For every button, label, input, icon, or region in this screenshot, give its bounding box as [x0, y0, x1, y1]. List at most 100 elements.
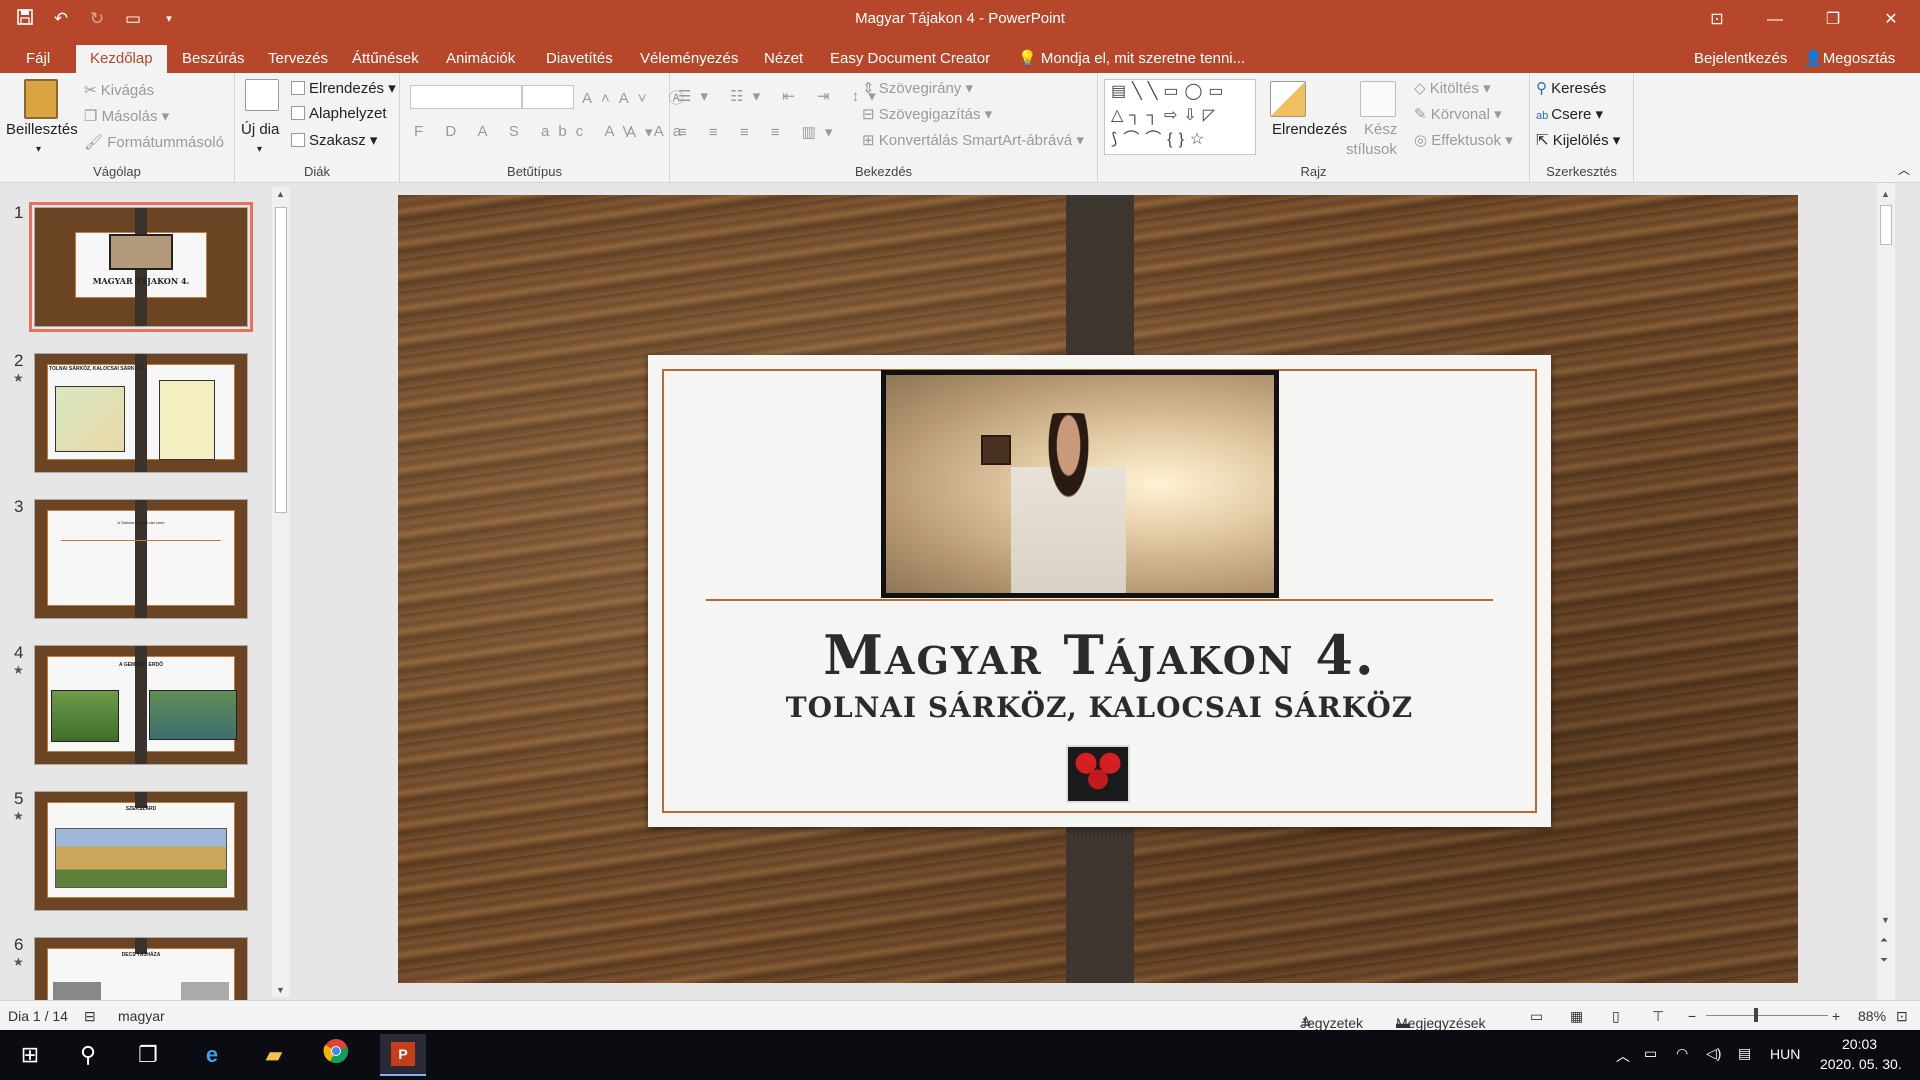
- collapse-ribbon-icon[interactable]: ︿: [1898, 161, 1910, 178]
- scroll-up-icon[interactable]: ▲: [1881, 189, 1890, 199]
- zoom-level[interactable]: 88%: [1858, 1008, 1886, 1024]
- file-explorer-icon[interactable]: ▰: [256, 1038, 292, 1072]
- ribbon-display-icon[interactable]: ⊡: [1688, 0, 1746, 40]
- scroll-down-icon[interactable]: ▼: [1881, 915, 1890, 925]
- font-color-button[interactable]: A▾: [626, 123, 662, 141]
- section-button[interactable]: Szakasz ▾: [291, 131, 377, 149]
- scroll-down-icon[interactable]: ▼: [276, 985, 285, 995]
- reset-button[interactable]: Alaphelyzet: [291, 105, 387, 122]
- tab-review[interactable]: Véleményezés: [636, 45, 742, 73]
- chrome-icon[interactable]: [318, 1038, 354, 1072]
- thumbnail-number: 3: [14, 497, 24, 516]
- replace-button[interactable]: ab Csere ▾: [1536, 105, 1603, 123]
- show-hidden-icons[interactable]: ︿: [1616, 1046, 1630, 1066]
- tell-me-box[interactable]: 💡 Mondja el, mit szeretne tenni...: [1014, 45, 1249, 73]
- animation-star-icon: ★: [13, 663, 24, 677]
- font-name-box[interactable]: [410, 85, 522, 109]
- paste-icon: [24, 79, 58, 119]
- find-button[interactable]: ⚲ Keresés: [1536, 79, 1606, 97]
- slide-photo[interactable]: [881, 370, 1279, 598]
- share-button[interactable]: 👤Megosztás: [1800, 45, 1899, 73]
- editor-scrollbar[interactable]: ▲ ▼ ⏶ ⏷: [1877, 183, 1895, 1000]
- normal-view-icon[interactable]: ▭: [1530, 1008, 1543, 1025]
- font-size-box[interactable]: [522, 85, 574, 109]
- slideshow-view-icon[interactable]: ⊤: [1652, 1008, 1664, 1025]
- tab-insert[interactable]: Beszúrás: [178, 45, 249, 73]
- new-slide-dropdown-icon[interactable]: ▾: [257, 144, 262, 155]
- zoom-in-icon[interactable]: +: [1832, 1008, 1840, 1024]
- shape-effects-button[interactable]: ◎ Effektusok ▾: [1414, 131, 1513, 149]
- list-buttons[interactable]: ☰▾ ☷▾ ⇤ ⇥ ↕▾: [678, 87, 885, 105]
- arrange-button[interactable]: Elrendezés: [1272, 121, 1347, 138]
- slide-thumbnail-5[interactable]: SZEKSZÁRD: [34, 791, 248, 911]
- clock-date[interactable]: 2020. 05. 30.: [1820, 1056, 1902, 1072]
- edge-browser-icon[interactable]: e: [194, 1038, 230, 1072]
- reading-view-icon[interactable]: ▯: [1612, 1008, 1620, 1025]
- slide-subtitle[interactable]: TOLNAI SÁRKÖZ, KALOCSAI SÁRKÖZ: [648, 691, 1551, 724]
- minimize-icon[interactable]: —: [1746, 0, 1804, 40]
- slide-thumbnail-4[interactable]: A GEMENCI ERDŐ: [34, 645, 248, 765]
- slide-thumbnail-1[interactable]: MAGYAR TÁJAKON 4.: [29, 202, 253, 332]
- slide-thumbnail-2[interactable]: TOLNAI SÁRKÖZ, KALOCSAI SÁRKÖZ: [34, 353, 248, 473]
- tab-animations[interactable]: Animációk: [442, 45, 519, 73]
- copy-button[interactable]: ❐ Másolás ▾: [84, 107, 169, 125]
- quick-styles-button[interactable]: Kész: [1364, 121, 1397, 138]
- clock-time[interactable]: 20:03: [1842, 1036, 1877, 1052]
- thumbnail-number: 6: [14, 935, 24, 954]
- task-view-icon[interactable]: ❐: [130, 1038, 166, 1072]
- replace-icon: ab: [1536, 110, 1552, 122]
- zoom-out-icon[interactable]: −: [1688, 1008, 1696, 1024]
- keyboard-language[interactable]: HUN: [1770, 1046, 1800, 1062]
- close-icon[interactable]: ✕: [1862, 0, 1920, 40]
- powerpoint-taskbar-icon[interactable]: P: [380, 1034, 426, 1076]
- text-direction-button[interactable]: ⇕ Szövegirány ▾: [862, 79, 973, 97]
- scroll-up-icon[interactable]: ▲: [276, 189, 285, 199]
- language-indicator[interactable]: magyar: [118, 1008, 165, 1024]
- tab-easy-document-creator[interactable]: Easy Document Creator: [826, 45, 994, 73]
- tab-file[interactable]: Fájl: [22, 45, 54, 73]
- restore-icon[interactable]: ❐: [1804, 0, 1862, 40]
- tab-transitions[interactable]: Áttűnések: [348, 45, 423, 73]
- format-painter-button[interactable]: 🖌 Formátummásoló: [84, 133, 224, 151]
- zoom-slider-thumb[interactable]: [1754, 1008, 1758, 1022]
- search-icon[interactable]: ⚲: [70, 1038, 106, 1072]
- slide-thumbnail-6[interactable]: DECS TÁJHÁZA: [34, 937, 248, 1010]
- signin-link[interactable]: Bejelentkezés: [1690, 45, 1791, 73]
- scrollbar-thumb[interactable]: [275, 207, 287, 513]
- windows-start-icon[interactable]: ⊞: [12, 1038, 48, 1072]
- tab-home[interactable]: Kezdőlap: [76, 45, 167, 73]
- slide-canvas[interactable]: Magyar Tájakon 4. TOLNAI SÁRKÖZ, KALOCSA…: [398, 195, 1798, 983]
- scrollbar-thumb[interactable]: [1880, 205, 1892, 245]
- smartart-button[interactable]: ⊞ Konvertálás SmartArt-ábrává ▾: [862, 131, 1084, 149]
- zoom-slider[interactable]: [1706, 1015, 1828, 1016]
- slide-thumbnail-3[interactable]: A Sárközről szóló dal címe: [34, 499, 248, 619]
- thumbnail-scrollbar[interactable]: ▲ ▼: [272, 187, 290, 997]
- layout-button[interactable]: Elrendezés ▾: [291, 79, 396, 97]
- next-slide-icon[interactable]: ⏷: [1880, 955, 1888, 966]
- paste-dropdown-icon[interactable]: ▾: [36, 144, 41, 155]
- select-button[interactable]: ⇱ Kijelölés ▾: [1536, 131, 1620, 149]
- volume-icon[interactable]: ◁): [1706, 1045, 1721, 1062]
- tab-slideshow[interactable]: Diavetítés: [542, 45, 617, 73]
- group-editing: ⚲ Keresés ab Csere ▾ ⇱ Kijelölés ▾ Szerk…: [1530, 73, 1634, 183]
- wifi-icon[interactable]: ◠: [1676, 1045, 1688, 1062]
- slide-sorter-icon[interactable]: ▦: [1570, 1008, 1583, 1025]
- previous-slide-icon[interactable]: ⏶: [1880, 935, 1888, 946]
- spellcheck-icon[interactable]: ⊟: [84, 1008, 96, 1025]
- shape-outline-button[interactable]: ✎ Körvonal ▾: [1414, 105, 1502, 123]
- align-text-button[interactable]: ⊟ Szövegigazítás ▾: [862, 105, 992, 123]
- shapes-gallery[interactable]: ▤╲╲▭◯▭ △┐┐⇨⇩◸ ⟆⌒⌒{}☆: [1104, 79, 1256, 155]
- tab-view[interactable]: Nézet: [760, 45, 807, 73]
- cut-button[interactable]: ✂ Kivágás: [84, 81, 154, 99]
- slide-title[interactable]: Magyar Tájakon 4.: [648, 623, 1551, 687]
- action-center-icon[interactable]: ▤: [1738, 1045, 1751, 1062]
- tab-design[interactable]: Tervezés: [264, 45, 332, 73]
- new-slide-button[interactable]: Új dia: [241, 121, 279, 138]
- thumbnail-title: SZEKSZÁRD: [125, 806, 157, 812]
- alignment-buttons[interactable]: ≡ ≡ ≡ ≡ ▥▾: [678, 123, 841, 141]
- battery-icon[interactable]: ▭: [1644, 1045, 1657, 1062]
- paste-button[interactable]: Beillesztés: [6, 121, 78, 138]
- shape-fill-button[interactable]: ◇ Kitöltés ▾: [1414, 79, 1491, 97]
- folk-ornament-logo[interactable]: [1066, 745, 1130, 803]
- fit-slide-icon[interactable]: ⊡: [1896, 1008, 1908, 1025]
